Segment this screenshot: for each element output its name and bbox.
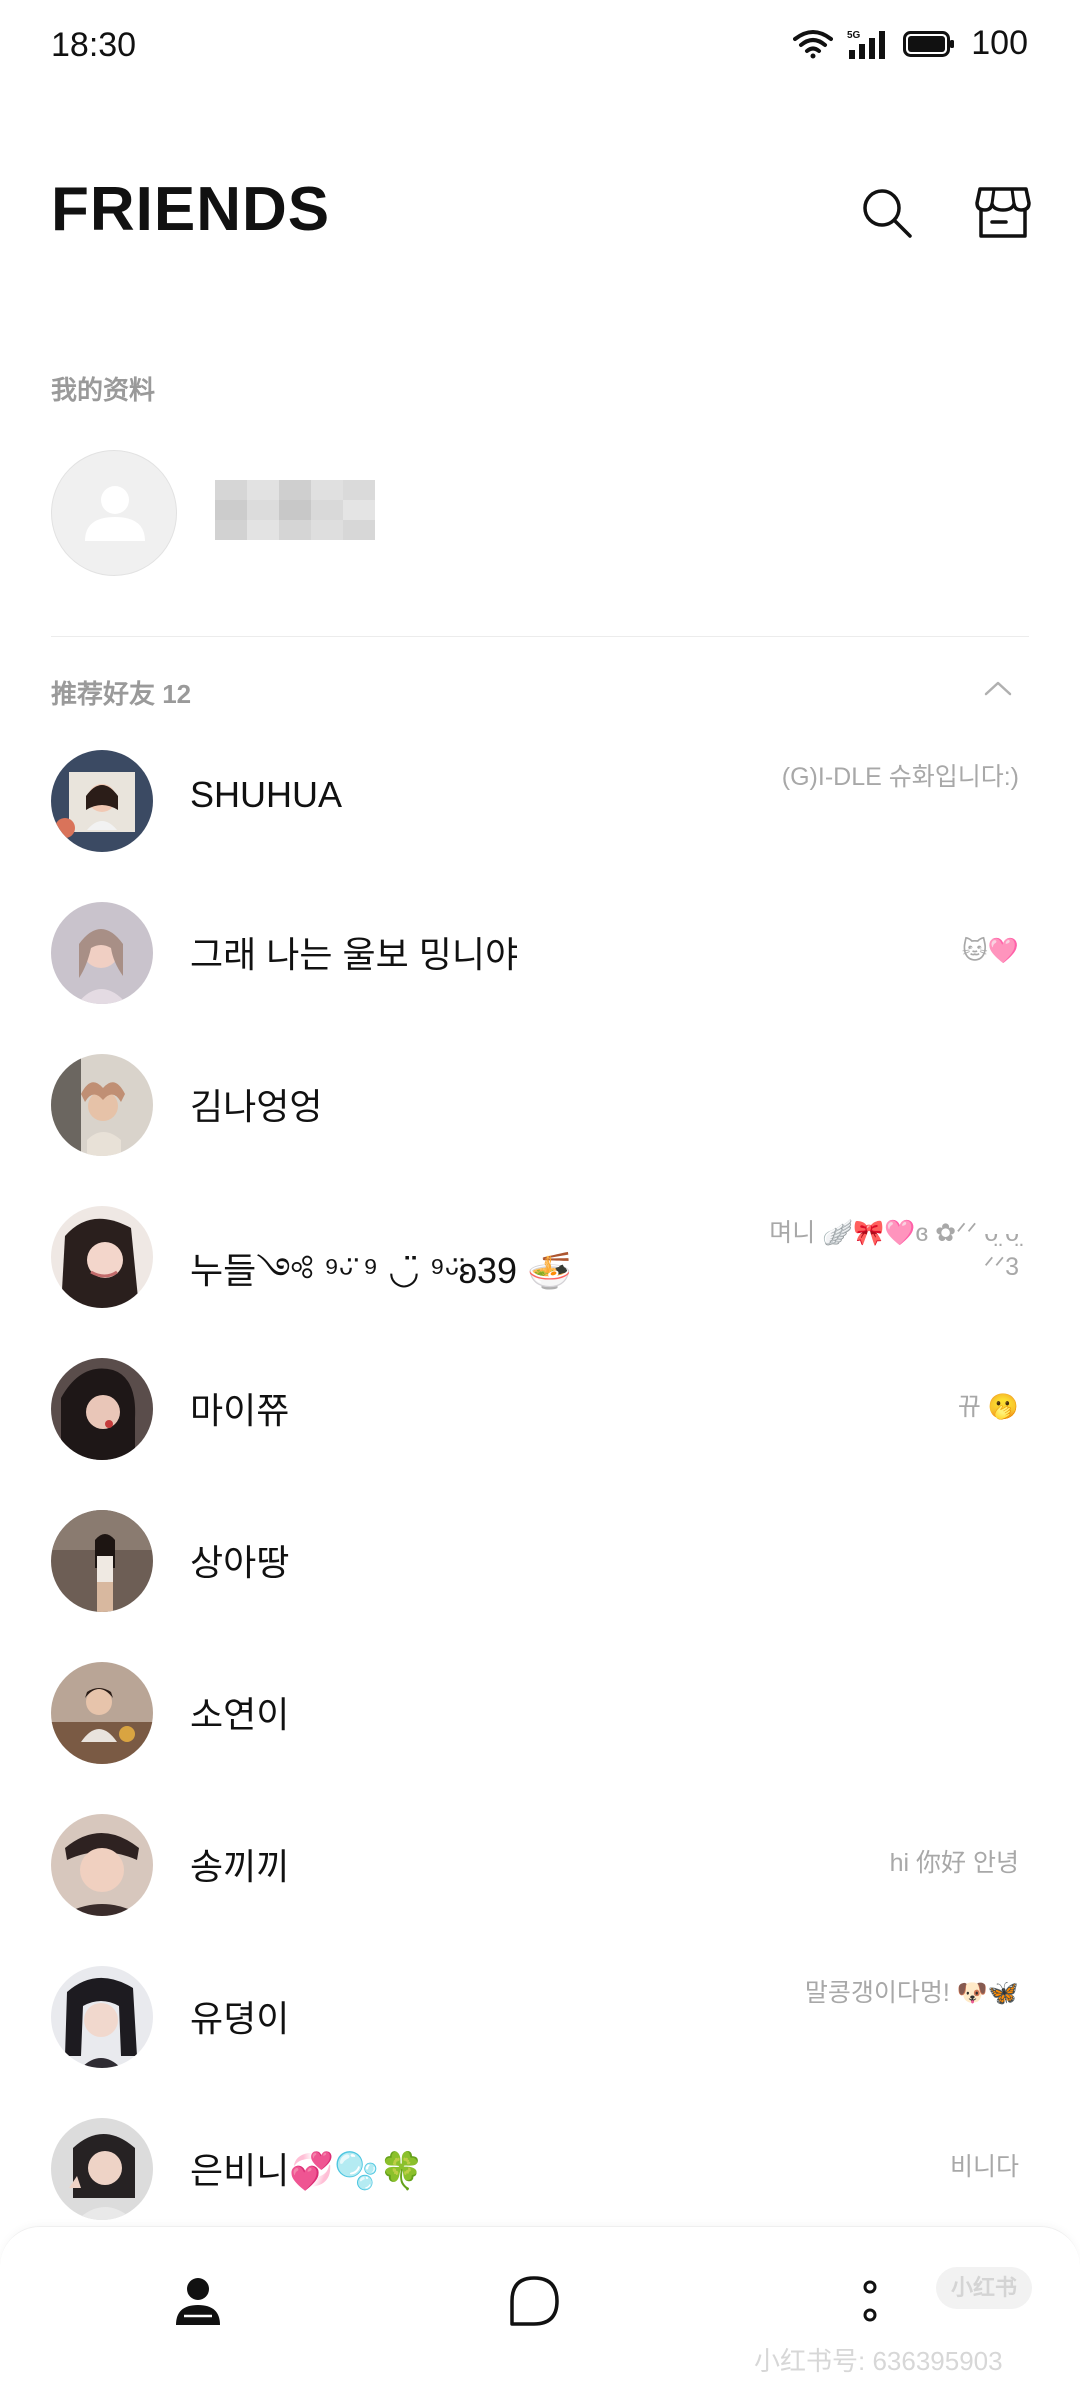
friend-row[interactable]: 상아땅 [0, 1500, 1080, 1652]
more-dots-icon [860, 2273, 880, 2334]
friend-name: 마이쮸 [190, 1390, 290, 1431]
friend-name: 소연이 [190, 1694, 290, 1735]
recommended-section-label: 推荐好友 12 [51, 679, 192, 709]
status-bar: 18:30 5G 100 [0, 0, 1080, 92]
page-title: FRIENDS [51, 175, 331, 244]
friend-name: 송끼끼 [190, 1846, 290, 1887]
friend-row[interactable]: 누들༺ ⁹ᵕ̈ ⁹ ◡̈ ⁹ᵕ̈ʚ39 🍜 며니 🪽🎀🩷ɞ ✿ᐟᐟ ᴗ̤ ᴗ̤ … [0, 1196, 1080, 1348]
friend-name: 누들༺ ⁹ᵕ̈ ⁹ ◡̈ ⁹ᵕ̈ʚ39 🍜 [190, 1250, 572, 1291]
avatar [51, 450, 177, 576]
friend-name: 상아땅 [190, 1542, 290, 1583]
friends-tab[interactable] [158, 2263, 238, 2343]
avatar [51, 902, 153, 1004]
watermark-logo: 小红书 [936, 2267, 1032, 2309]
friend-status: hi 你好 안녕 [889, 1849, 1019, 1877]
watermark-text: 小红书号: 636395903 [754, 2346, 1003, 2376]
avatar [51, 1510, 153, 1612]
svg-text:5G: 5G [847, 30, 861, 41]
cellular-signal-icon: 5G [847, 28, 889, 60]
chevron-up-icon [984, 680, 1012, 701]
person-icon [170, 2273, 226, 2334]
more-tab[interactable] [830, 2263, 910, 2343]
friend-name: 그래 나는 울보 밍니야 [190, 934, 519, 975]
search-button[interactable] [854, 182, 920, 248]
friend-row[interactable]: SHUHUA (G)I-DLE 슈화입니다:) [0, 740, 1080, 892]
friend-status: 뀨 🫢 [957, 1393, 1019, 1421]
chat-bubble-icon [506, 2273, 562, 2334]
friend-name: 유뎡이 [190, 1998, 290, 2039]
friend-name: 김나엉엉 [190, 1086, 323, 1127]
avatar [51, 1814, 153, 1916]
avatar [51, 2118, 153, 2220]
avatar [51, 1358, 153, 1460]
shop-button[interactable] [970, 182, 1036, 248]
page-header: FRIENDS [0, 160, 1080, 260]
default-user-icon [85, 486, 145, 541]
friend-row[interactable]: 마이쮸 뀨 🫢 [0, 1348, 1080, 1500]
friend-row[interactable]: 유뎡이 말콩갱이다멍! 🐶🦋 [0, 1956, 1080, 2108]
status-icons: 5G 100 [793, 24, 1028, 63]
avatar [51, 1966, 153, 2068]
avatar [51, 1054, 153, 1156]
battery-percent: 100 [971, 24, 1028, 62]
friend-row[interactable]: 소연이 [0, 1652, 1080, 1804]
avatar [51, 750, 153, 852]
avatar [51, 1662, 153, 1764]
friend-status: 말콩갱이다멍! 🐶🦋 [804, 1979, 1019, 2007]
redacted-name [215, 480, 375, 540]
search-icon [859, 185, 915, 246]
divider [51, 636, 1029, 637]
chats-tab[interactable] [494, 2263, 574, 2343]
my-profile-section-label: 我的资料 [51, 375, 156, 405]
avatar [51, 1206, 153, 1308]
battery-icon [903, 30, 955, 58]
friend-row[interactable]: 송끼끼 hi 你好 안녕 [0, 1804, 1080, 1956]
friend-name: 은비니💞🫧🍀 [190, 2150, 424, 2191]
friend-list: SHUHUA (G)I-DLE 슈화입니다:) 그래 나는 울보 밍니야 🐱🩷 … [0, 740, 1080, 2260]
friend-status: 비니다 [949, 2153, 1019, 2181]
status-time: 18:30 [51, 26, 137, 64]
my-profile-row[interactable] [51, 450, 1031, 576]
friend-row[interactable]: 그래 나는 울보 밍니야 🐱🩷 [0, 892, 1080, 1044]
friend-row[interactable]: 김나엉엉 [0, 1044, 1080, 1196]
friend-name: SHUHUA [190, 774, 343, 815]
shop-icon [974, 185, 1032, 246]
friend-status: (G)I-DLE 슈화입니다:) [781, 763, 1019, 791]
friend-status: 🐱🩷 [961, 937, 1019, 965]
wifi-icon [793, 29, 834, 59]
friend-status: 며니 🪽🎀🩷ɞ ✿ᐟᐟ ᴗ̤ ᴗ̤ ᐟᐟ3 [769, 1219, 1019, 1281]
bottom-navigation: 小红书 小红书号: 636395903 [0, 2226, 1080, 2400]
collapse-button[interactable] [978, 674, 1018, 706]
